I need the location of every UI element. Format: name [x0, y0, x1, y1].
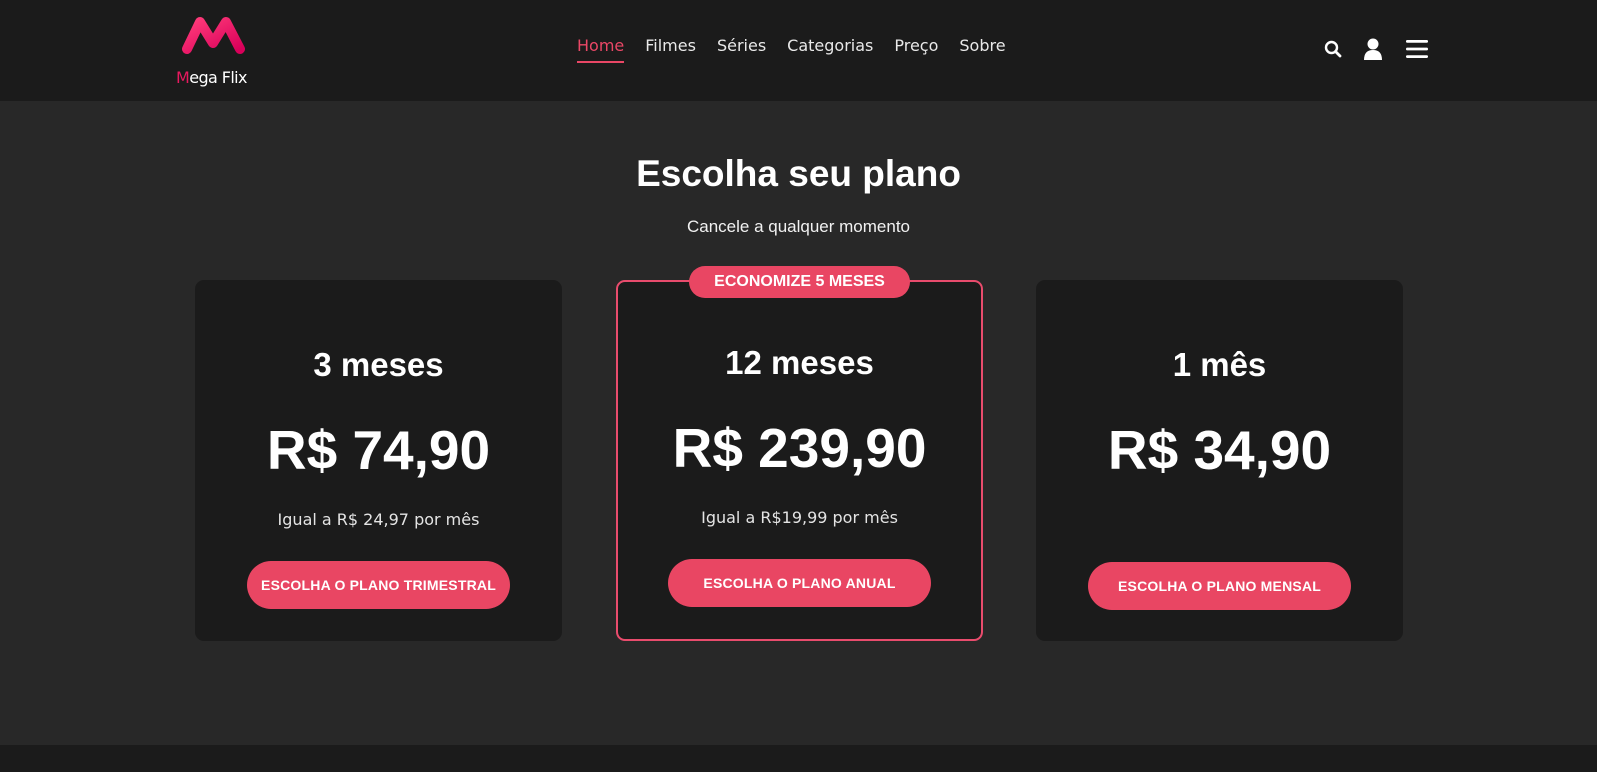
plan-note: Igual a R$19,99 por mês — [701, 508, 898, 527]
plan-card-mensal: 1 mês R$ 34,90 ESCOLHA O PLANO MENSAL — [1036, 280, 1403, 641]
site-header: Mega Flix Home Filmes Séries Categorias … — [0, 0, 1597, 101]
menu-icon[interactable] — [1406, 40, 1428, 63]
choose-anual-button[interactable]: ESCOLHA O PLANO ANUAL — [668, 559, 931, 607]
site-footer — [0, 745, 1597, 772]
page-title: Escolha seu plano — [636, 153, 961, 194]
nav-item-filmes[interactable]: Filmes — [645, 36, 696, 63]
logo-text-first: M — [176, 68, 190, 87]
nav-item-home[interactable]: Home — [577, 36, 625, 63]
plan-price: R$ 74,90 — [266, 419, 491, 481]
plan-period: 12 meses — [725, 344, 874, 381]
plan-price: R$ 34,90 — [1107, 419, 1332, 481]
savings-badge: ECONOMIZE 5 MESES — [689, 266, 910, 298]
search-icon[interactable] — [1324, 40, 1342, 63]
logo-text-rest: ega Flix — [189, 68, 247, 87]
user-icon[interactable] — [1363, 38, 1383, 65]
nav-item-series[interactable]: Séries — [717, 36, 766, 63]
plan-note: Igual a R$ 24,97 por mês — [277, 510, 480, 529]
plan-period: 1 mês — [1172, 346, 1267, 383]
nav-item-categorias[interactable]: Categorias — [787, 36, 873, 63]
choose-mensal-button[interactable]: ESCOLHA O PLANO MENSAL — [1088, 562, 1351, 610]
plan-price: R$ 239,90 — [672, 417, 927, 479]
choose-trimestral-button[interactable]: ESCOLHA O PLANO TRIMESTRAL — [247, 561, 510, 609]
page-subtitle: Cancele a qualquer momento — [686, 217, 911, 236]
logo-text: Mega Flix — [176, 68, 247, 87]
plan-card-anual: ECONOMIZE 5 MESES 12 meses R$ 239,90 Igu… — [616, 266, 983, 641]
main-nav: Home Filmes Séries Categorias Preço Sobr… — [577, 36, 1027, 63]
nav-item-sobre[interactable]: Sobre — [959, 36, 1005, 63]
plan-card-trimestral: 3 meses R$ 74,90 Igual a R$ 24,97 por mê… — [195, 280, 562, 641]
nav-item-preco[interactable]: Preço — [894, 36, 938, 63]
logo-mark-icon — [182, 17, 245, 54]
plan-period: 3 meses — [313, 346, 444, 383]
megaflix-logo[interactable]: Mega Flix — [174, 16, 254, 92]
